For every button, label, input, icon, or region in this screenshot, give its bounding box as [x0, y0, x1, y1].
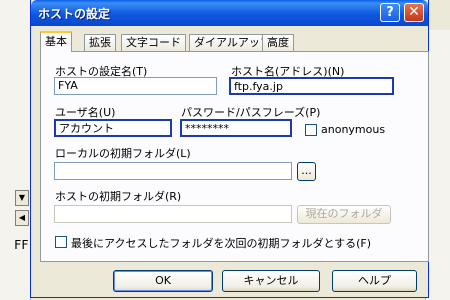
local-folder-label: ローカルの初期フォルダ(L) — [55, 147, 191, 160]
current-folder-button[interactable]: 現在のフォルダ — [297, 205, 391, 224]
background-text: FF — [14, 238, 29, 252]
host-setting-name-input[interactable]: FYA — [54, 77, 217, 95]
host-folder-input[interactable] — [54, 205, 292, 223]
scroll-left-button[interactable]: ◀ — [15, 210, 29, 226]
window-title: ホストの設定 — [38, 7, 111, 21]
cancel-button[interactable]: キャンセル — [222, 270, 320, 292]
tab-basic[interactable]: 基本 — [40, 31, 72, 52]
anonymous-label: anonymous — [321, 123, 386, 136]
tab-advanced[interactable]: 高度 — [262, 34, 294, 51]
help-button[interactable]: ヘルプ — [332, 270, 417, 292]
user-name-input[interactable]: アカウント — [54, 119, 172, 137]
scroll-down-button[interactable]: ▼ — [15, 190, 29, 206]
background-left-pane — [0, 0, 31, 300]
host-name-input[interactable]: ftp.fya.jp — [229, 77, 394, 95]
last-access-folder-label: 最後にアクセスしたフォルダを次回の初期フォルダとする(F) — [71, 237, 372, 250]
host-settings-dialog: ホストの設定 ? ✕ 基本 拡張 文字コード ダイアルアップ 高度 ホストの設定… — [30, 0, 429, 298]
user-name-label: ユーザ名(U) — [55, 106, 116, 119]
local-folder-input[interactable] — [54, 162, 292, 180]
close-icon[interactable]: ✕ — [404, 3, 424, 22]
title-bar[interactable]: ホストの設定 ? ✕ — [31, 0, 428, 26]
password-label: パスワード/パスフレーズ(P) — [181, 106, 321, 119]
password-input[interactable]: ******** — [180, 119, 292, 137]
ok-button[interactable]: OK — [113, 270, 213, 292]
browse-local-folder-button[interactable]: ... — [297, 162, 316, 181]
anonymous-checkbox[interactable] — [305, 124, 317, 136]
tab-charset[interactable]: 文字コード — [121, 34, 186, 51]
help-title-button[interactable]: ? — [380, 3, 400, 22]
last-access-folder-checkbox[interactable] — [55, 236, 67, 248]
tab-extended[interactable]: 拡張 — [84, 34, 116, 51]
host-folder-label: ホストの初期フォルダ(R) — [55, 190, 182, 203]
